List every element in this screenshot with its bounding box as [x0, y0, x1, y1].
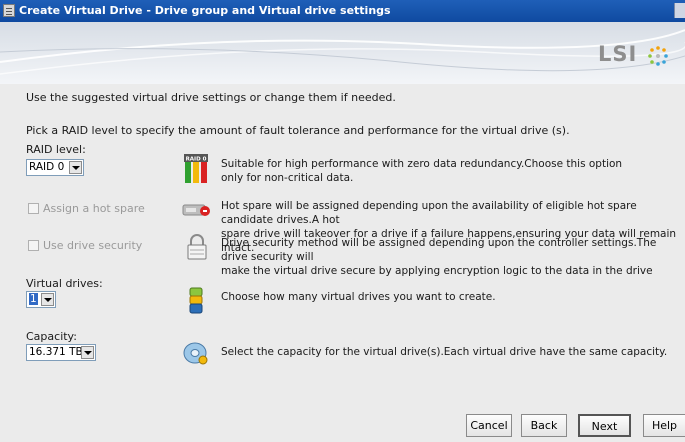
- capacity-value: 16.371 TB: [29, 346, 83, 358]
- raid-description-line2: only for non-critical data.: [221, 172, 354, 184]
- chevron-down-icon[interactable]: [41, 293, 54, 306]
- chevron-down-icon[interactable]: [69, 161, 82, 174]
- banner-swoosh: [0, 29, 685, 75]
- capacity-select[interactable]: 16.371 TB: [26, 344, 96, 361]
- raid-description-line1: Suitable for high performance with zero …: [221, 158, 623, 170]
- drive-security-description-line1: Drive security method will be assigned d…: [221, 237, 657, 263]
- padlock-icon: [187, 234, 207, 260]
- raid-level-select[interactable]: RAID 0: [26, 159, 84, 176]
- lsi-logo-icon: [648, 46, 668, 66]
- cancel-button[interactable]: Cancel: [466, 414, 512, 437]
- drive-security-checkbox[interactable]: [28, 240, 39, 251]
- virtual-drives-label: Virtual drives:: [26, 277, 103, 290]
- raid-level-value: RAID 0: [29, 161, 65, 173]
- raid-stack-icon: RAID 0: [184, 154, 208, 183]
- intro-text-1: Use the suggested virtual drive settings…: [26, 91, 396, 104]
- intro-text-2: Pick a RAID level to specify the amount …: [26, 124, 570, 137]
- drive-security-label: Use drive security: [43, 239, 143, 252]
- title-bar[interactable]: Create Virtual Drive - Drive group and V…: [0, 0, 685, 22]
- lsi-logo-text: LSI: [598, 42, 638, 66]
- capacity-label: Capacity:: [26, 330, 77, 343]
- chevron-down-icon[interactable]: [81, 346, 94, 359]
- app-window-icon: [3, 4, 15, 17]
- next-button[interactable]: Next: [578, 414, 631, 437]
- virtual-drives-description: Choose how many virtual drives you want …: [221, 291, 496, 303]
- window-title: Create Virtual Drive - Drive group and V…: [19, 4, 391, 17]
- raid-badge-text: RAID 0: [186, 157, 207, 163]
- virtual-drives-value: 1: [29, 293, 38, 305]
- virtual-drives-select[interactable]: 1: [26, 291, 56, 308]
- hot-spare-checkbox[interactable]: [28, 203, 39, 214]
- drive-security-description-line2: make the virtual drive secure by applyin…: [221, 265, 653, 277]
- hot-spare-drive-icon: [182, 204, 210, 216]
- hot-spare-label: Assign a hot spare: [43, 202, 145, 215]
- help-button[interactable]: Help: [643, 414, 685, 437]
- capacity-description: Select the capacity for the virtual driv…: [221, 346, 668, 358]
- header-banner: LSI: [0, 22, 685, 84]
- raid-description: Suitable for high performance with zero …: [221, 157, 622, 185]
- back-button[interactable]: Back: [521, 414, 567, 437]
- hot-spare-description-line1: Hot spare will be assigned depending upo…: [221, 200, 637, 226]
- raid-level-label: RAID level:: [26, 143, 86, 156]
- close-icon[interactable]: [674, 3, 685, 18]
- database-stack-icon: [189, 287, 203, 314]
- drive-security-description: Drive security method will be assigned d…: [221, 236, 685, 278]
- capacity-disk-icon: [183, 342, 208, 365]
